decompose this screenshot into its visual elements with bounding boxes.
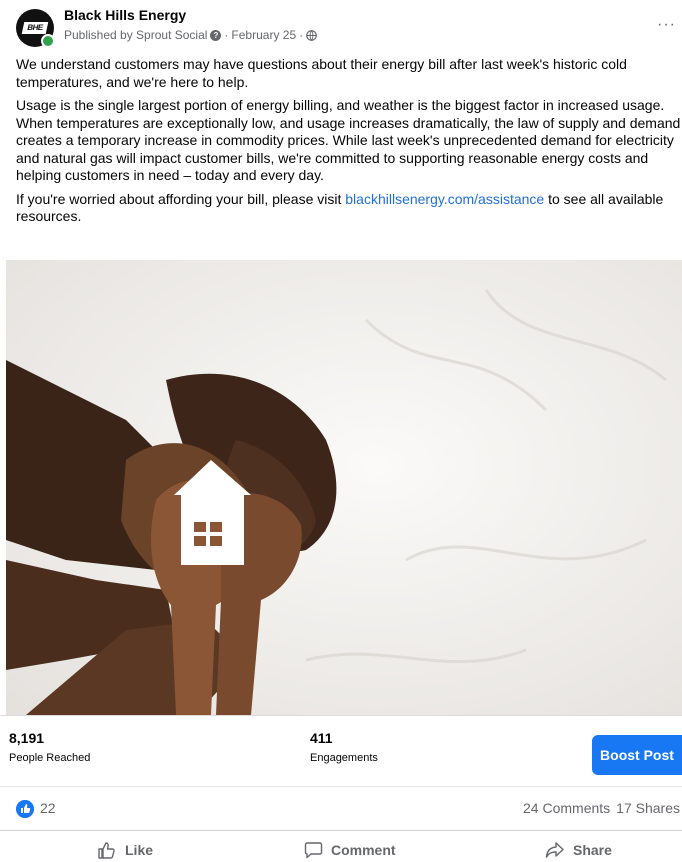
comment-button[interactable]: Comment — [304, 841, 396, 859]
post-insights: 8,191 People Reached 411 Engagements Boo… — [0, 715, 682, 786]
like-label: Like — [125, 842, 154, 858]
post-body: We understand customers may have questio… — [16, 56, 682, 232]
thumbs-up-icon — [98, 842, 115, 859]
engagements-label: Engagements — [310, 752, 378, 764]
post-image[interactable] — [6, 260, 682, 715]
engagements-value: 411 — [310, 730, 333, 746]
reaction-count[interactable]: 22 — [40, 800, 56, 816]
people-reached-label: People Reached — [9, 752, 91, 764]
hands-house-illustration — [6, 260, 682, 715]
shares-count-link[interactable]: 17 Shares — [616, 800, 680, 816]
meta-separator: · — [224, 28, 229, 42]
comment-icon — [304, 842, 323, 859]
published-by-text: Published by Sprout Social — [64, 28, 208, 42]
like-button[interactable]: Like — [97, 841, 153, 859]
post-meta: Published by Sprout Social ? · February … — [64, 28, 317, 42]
avatar-logo: BHE — [21, 22, 49, 34]
more-options-button[interactable]: ··· — [657, 16, 676, 34]
question-icon[interactable]: ? — [210, 29, 222, 41]
like-reaction-icon[interactable] — [16, 800, 34, 818]
comments-shares: 24 Comments 17 Shares — [523, 800, 680, 816]
share-button[interactable]: Share — [545, 841, 612, 859]
post-date-link[interactable]: February 25 — [231, 28, 296, 42]
share-label: Share — [573, 842, 612, 858]
post-actions: Like Comment Share — [0, 830, 682, 862]
assistance-link[interactable]: blackhillsenergy.com/assistance — [345, 191, 544, 207]
post-paragraph-1: We understand customers may have questio… — [16, 56, 627, 90]
online-status-dot — [41, 34, 55, 48]
page-avatar[interactable]: BHE — [16, 9, 55, 48]
post-paragraph-2: Usage is the single largest portion of e… — [16, 97, 681, 183]
comment-label: Comment — [331, 842, 396, 858]
facebook-post: BHE Black Hills Energy Published by Spro… — [0, 0, 682, 861]
boost-post-button[interactable]: Boost Post — [592, 735, 682, 775]
page-name-link[interactable]: Black Hills Energy — [64, 7, 186, 23]
people-reached-value: 8,191 — [9, 730, 45, 746]
comments-count-link[interactable]: 24 Comments — [523, 800, 610, 816]
reactions-bar: 22 24 Comments 17 Shares — [0, 786, 682, 831]
globe-icon — [306, 29, 317, 41]
post-paragraph-3: If you're worried about affording your b… — [16, 191, 682, 226]
meta-separator-2: · — [299, 28, 304, 42]
paragraph-3-lead: If you're worried about affording your b… — [16, 190, 346, 207]
post-header: BHE Black Hills Energy Published by Spro… — [16, 4, 682, 48]
share-arrow-icon — [545, 842, 564, 858]
